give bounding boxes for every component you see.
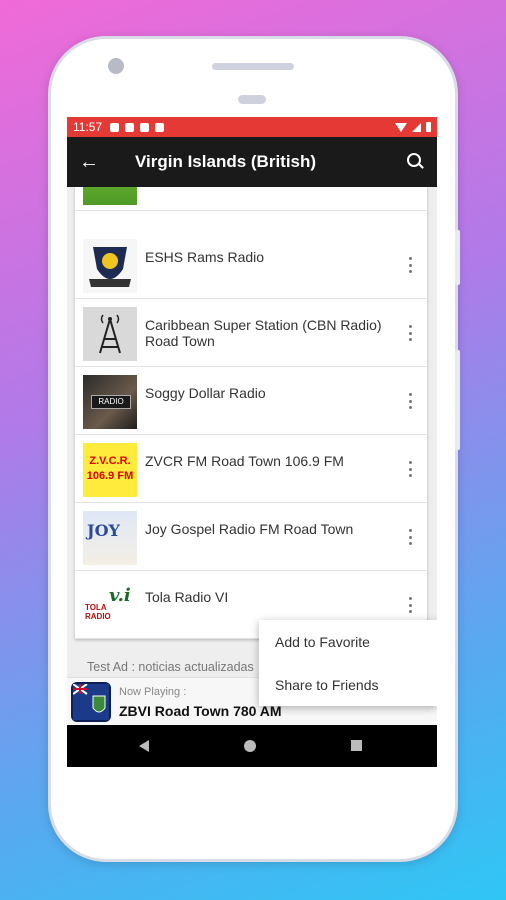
station-name: Soggy Dollar Radio xyxy=(145,385,266,401)
sim-icon xyxy=(155,122,165,132)
flag-icon xyxy=(71,682,111,722)
volume-button xyxy=(455,230,460,285)
nav-home-icon[interactable] xyxy=(244,740,256,752)
list-item[interactable]: JOY Joy Gospel Radio FM Road Town xyxy=(75,503,427,571)
station-list[interactable]: ESHS Rams Radio Caribbean Super Station … xyxy=(75,187,427,639)
nav-back-icon[interactable] xyxy=(139,740,149,752)
more-options-icon[interactable] xyxy=(409,325,413,341)
notification-icon xyxy=(125,122,135,132)
system-nav-bar xyxy=(67,725,437,767)
station-logo xyxy=(83,187,137,205)
station-name: Tola Radio VI xyxy=(145,589,229,605)
status-time: 11:57 xyxy=(73,120,103,134)
now-playing-label: Now Playing : xyxy=(119,686,187,698)
logo-text: Z.V.C.R. xyxy=(89,455,131,467)
more-options-icon[interactable] xyxy=(409,529,413,545)
station-logo: RADIO xyxy=(83,375,137,429)
station-name: Caribbean Super Station (CBN Radio) Road… xyxy=(145,317,382,349)
app-screen: 11:57 ← Virgin Islands (British) ESHS Ra… xyxy=(67,117,437,767)
station-logo xyxy=(83,307,137,361)
more-options-icon[interactable] xyxy=(409,597,413,613)
logo-text: JOY xyxy=(87,521,120,540)
page-title: Virgin Islands (British) xyxy=(135,152,317,171)
list-item[interactable]: Z.V.C.R. 106.9 FM ZVCR FM Road Town 106.… xyxy=(75,435,427,503)
station-logo: JOY xyxy=(83,511,137,565)
list-item[interactable] xyxy=(75,187,427,211)
station-name: ESHS Rams Radio xyxy=(145,249,265,265)
signal-icon xyxy=(412,122,421,132)
more-options-icon[interactable] xyxy=(409,461,413,477)
more-options-icon[interactable] xyxy=(409,257,413,273)
earpiece-speaker xyxy=(212,63,294,70)
wifi-icon xyxy=(395,122,407,132)
list-item[interactable]: ESHS Rams Radio xyxy=(75,231,427,299)
front-camera xyxy=(108,58,124,74)
search-icon[interactable] xyxy=(407,153,425,171)
menu-item-share[interactable]: Share to Friends xyxy=(275,677,379,693)
list-item[interactable]: RADIO Soggy Dollar Radio xyxy=(75,367,427,435)
station-logo: v.i TOLA RADIO xyxy=(83,579,137,633)
proximity-sensor xyxy=(238,95,266,104)
power-button xyxy=(455,350,460,450)
status-bar: 11:57 xyxy=(67,117,437,137)
station-logo xyxy=(83,239,137,293)
context-menu: Add to Favorite Share to Friends xyxy=(259,620,437,706)
list-item[interactable]: Caribbean Super Station (CBN Radio) Road… xyxy=(75,299,427,367)
more-options-icon[interactable] xyxy=(409,393,413,409)
logo-text: 106.9 FM xyxy=(86,470,134,482)
station-logo: Z.V.C.R. 106.9 FM xyxy=(83,443,137,497)
arrow-back-icon[interactable]: ← xyxy=(79,151,119,174)
logo-text: TOLA RADIO xyxy=(85,603,111,621)
battery-icon xyxy=(426,122,431,132)
shield-icon xyxy=(140,122,150,132)
app-bar: ← Virgin Islands (British) xyxy=(67,137,437,187)
settings-icon xyxy=(110,122,120,132)
status-right xyxy=(395,122,431,132)
station-name: Joy Gospel Radio FM Road Town xyxy=(145,521,354,537)
logo-text: RADIO xyxy=(91,395,131,409)
station-name: ZVCR FM Road Town 106.9 FM xyxy=(145,453,344,469)
menu-item-add-favorite[interactable]: Add to Favorite xyxy=(275,634,370,650)
ad-banner-text[interactable]: Test Ad : noticias actualizadas xyxy=(87,660,254,674)
now-playing-station: ZBVI Road Town 780 AM xyxy=(119,703,282,719)
nav-recents-icon[interactable] xyxy=(351,740,362,751)
